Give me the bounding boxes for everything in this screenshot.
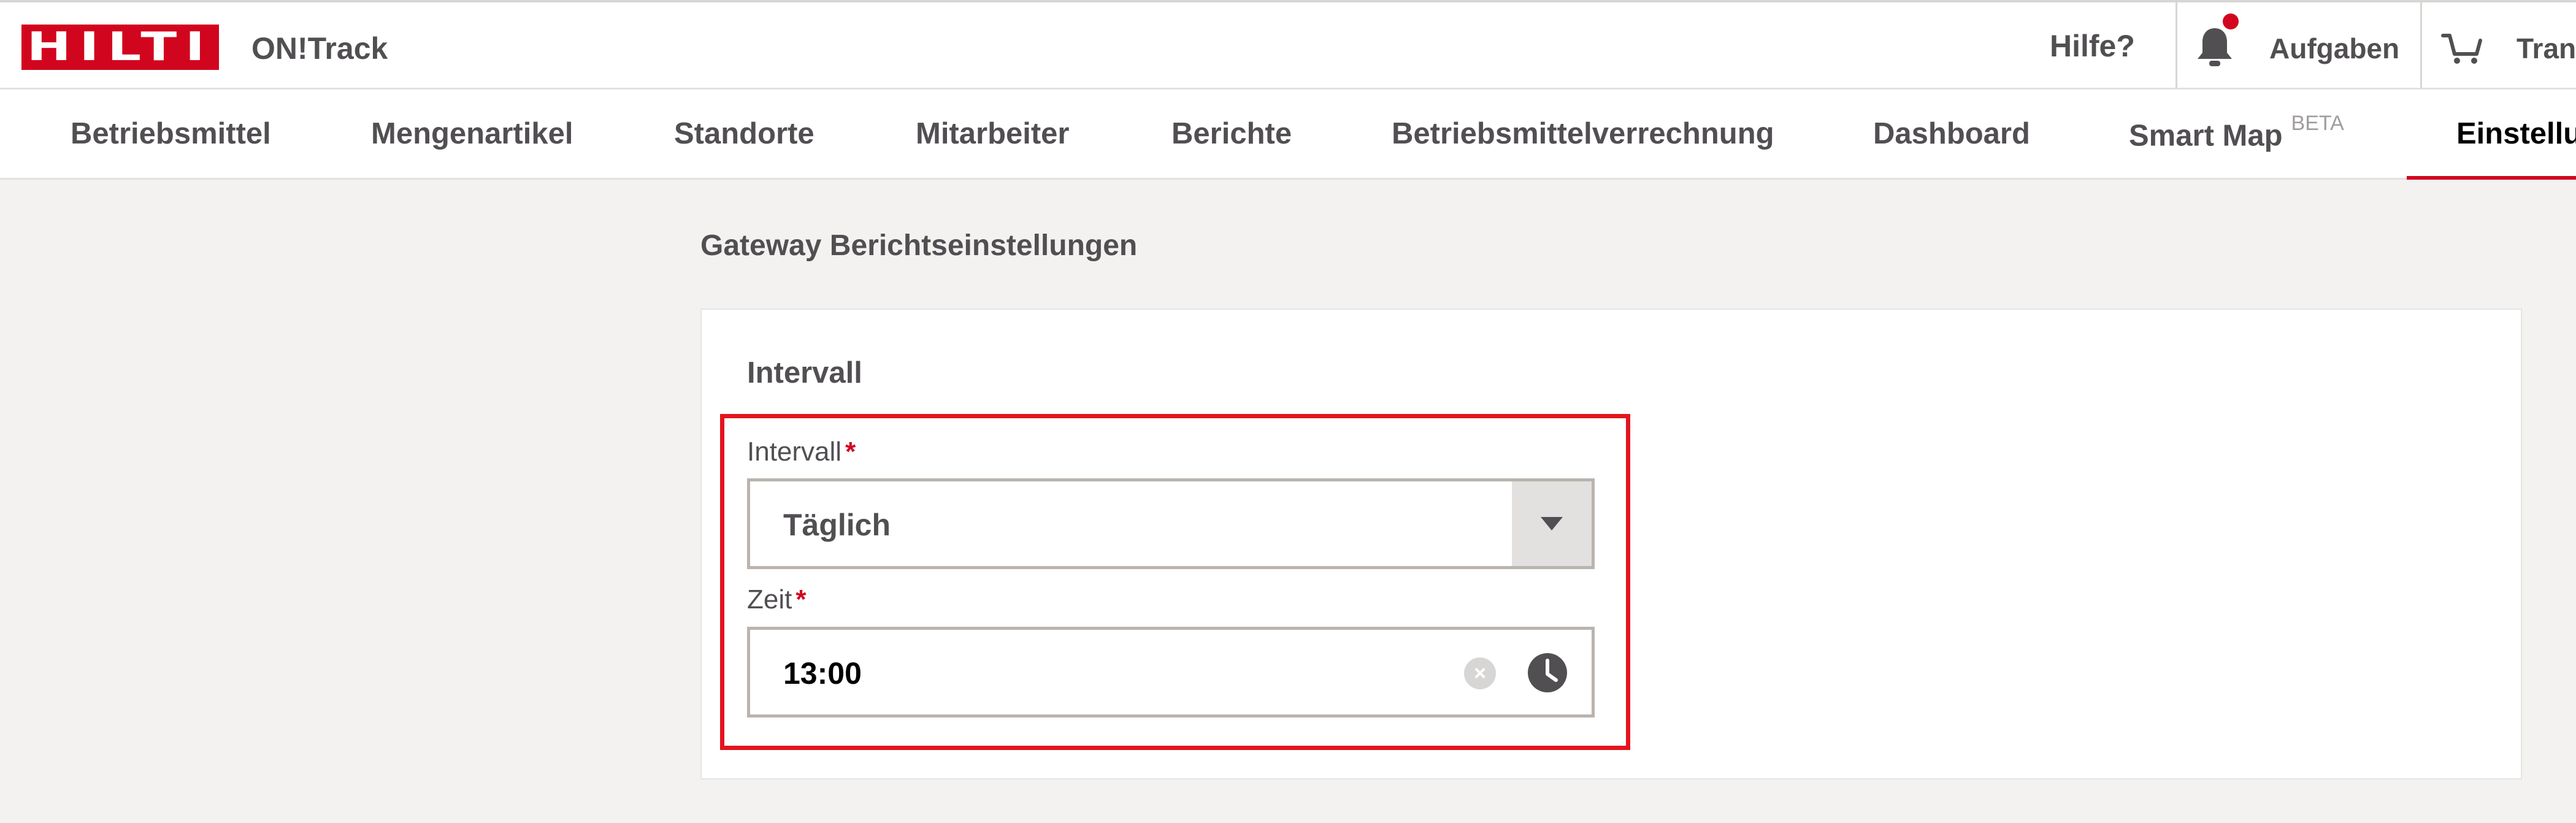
- help-link[interactable]: Hilfe?: [2050, 28, 2135, 64]
- nav-item-standorte[interactable]: Standorte: [674, 117, 815, 151]
- time-input[interactable]: 13:00 ×: [747, 627, 1595, 718]
- page-title: Gateway Berichtseinstellungen: [700, 229, 1138, 262]
- interval-select-value: Täglich: [783, 508, 891, 542]
- nav-item-smart-map[interactable]: Smart Map BETA: [2129, 112, 2344, 153]
- interval-label-text: Intervall: [747, 437, 842, 467]
- header-divider: [2420, 2, 2422, 90]
- hilti-logo[interactable]: HILTI: [21, 25, 219, 70]
- nav-item-betriebsmittel[interactable]: Betriebsmittel: [71, 117, 271, 151]
- bell-icon[interactable]: [2195, 26, 2235, 69]
- nav-item-betriebsmittelverrechnung[interactable]: Betriebsmittelverrechnung: [1392, 117, 1774, 151]
- header-divider: [2175, 2, 2177, 90]
- active-tab-indicator: [2407, 176, 2576, 180]
- nav-item-dashboard[interactable]: Dashboard: [1873, 117, 2030, 151]
- nav-item-berichte[interactable]: Berichte: [1171, 117, 1292, 151]
- interval-dropdown-toggle[interactable]: [1512, 481, 1592, 566]
- logo-text: HILTI: [27, 25, 213, 70]
- main-navigation: Betriebsmittel Mengenartikel Standorte M…: [0, 88, 2576, 180]
- beta-badge: BETA: [2291, 112, 2344, 135]
- time-label-text: Zeit: [747, 584, 792, 614]
- required-marker: *: [845, 437, 856, 467]
- nav-item-smart-map-label: Smart Map: [2129, 119, 2283, 153]
- notification-dot: [2223, 13, 2239, 29]
- cart-icon[interactable]: [2441, 29, 2484, 66]
- nav-item-einstellungen[interactable]: Einstellu: [2456, 117, 2576, 151]
- transfer-link[interactable]: Trans: [2517, 32, 2576, 65]
- interval-field-label: Intervall *: [747, 437, 856, 467]
- time-input-value: 13:00: [783, 656, 862, 691]
- section-title: Intervall: [747, 356, 862, 389]
- interval-select[interactable]: Täglich: [747, 478, 1595, 569]
- top-header: HILTI ON!Track Hilfe? Aufgaben Trans: [0, 0, 2576, 90]
- chevron-down-icon: [1541, 517, 1563, 530]
- nav-item-mengenartikel[interactable]: Mengenartikel: [371, 117, 573, 151]
- required-marker: *: [795, 584, 807, 614]
- tasks-link[interactable]: Aufgaben: [2269, 32, 2399, 65]
- clear-icon[interactable]: ×: [1464, 657, 1496, 689]
- app-name: ON!Track: [251, 31, 388, 66]
- clock-icon[interactable]: [1527, 652, 1568, 694]
- nav-item-mitarbeiter[interactable]: Mitarbeiter: [916, 117, 1070, 151]
- time-field-label: Zeit *: [747, 584, 806, 615]
